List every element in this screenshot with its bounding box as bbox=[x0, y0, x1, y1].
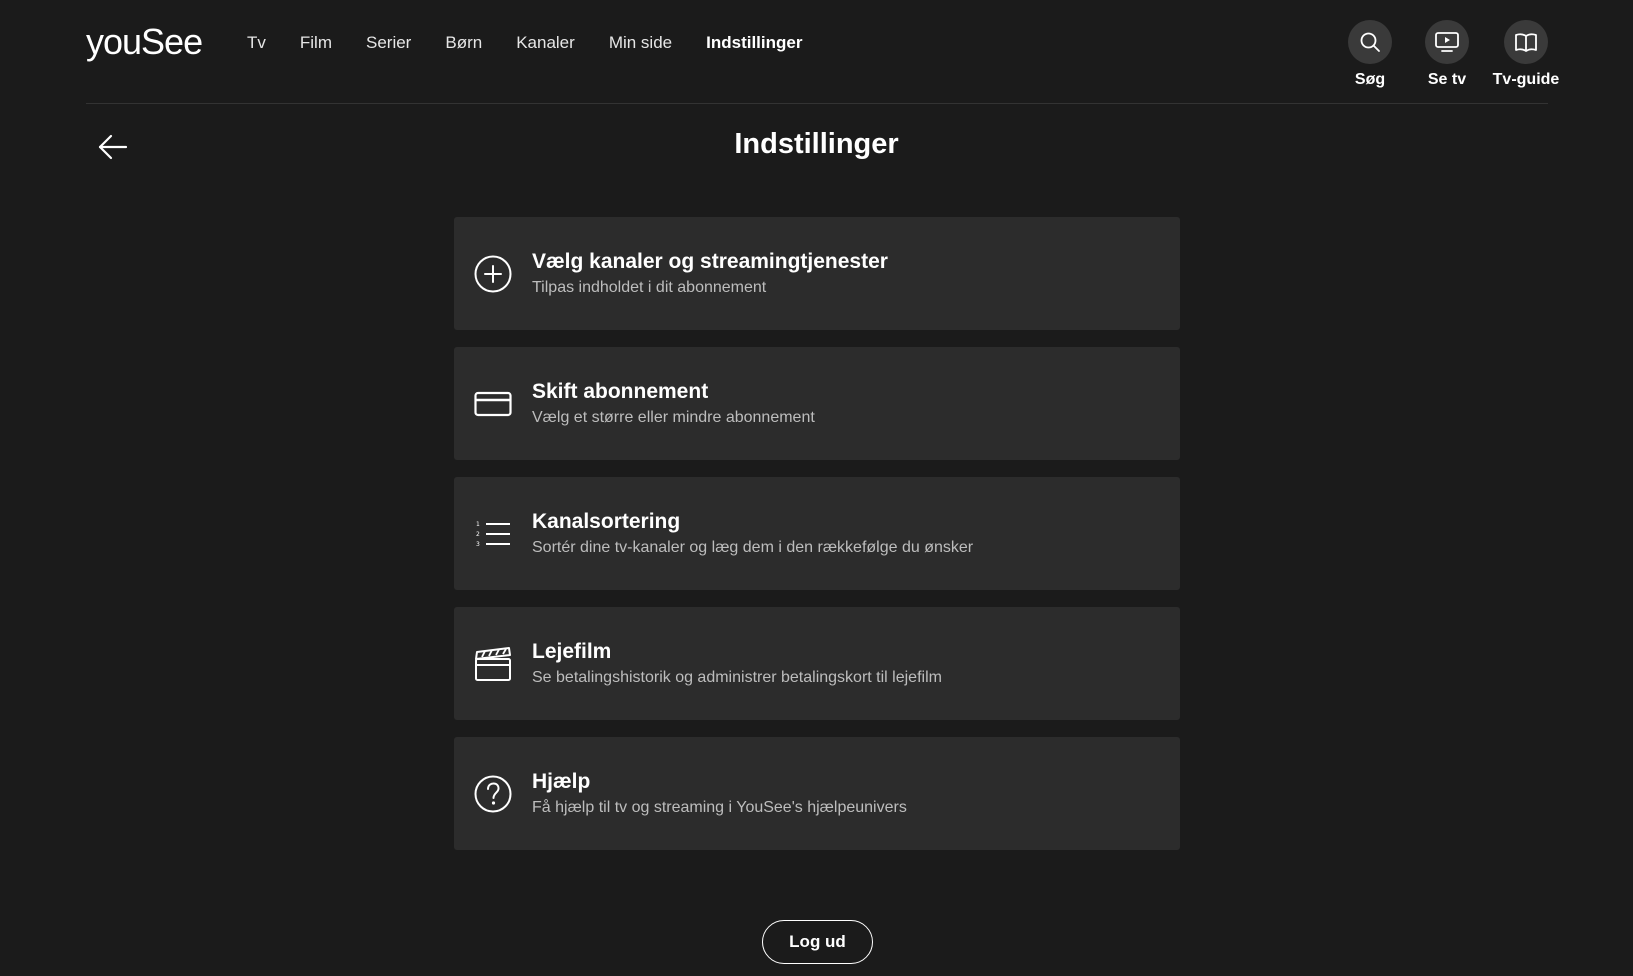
settings-card-channel-sorting[interactable]: 1 2 3 Kanalsortering Sortér dine tv-kanale… bbox=[454, 477, 1180, 590]
numbered-list-icon: 1 2 3 bbox=[454, 477, 532, 590]
tv-icon bbox=[1425, 20, 1469, 64]
settings-card-help[interactable]: Hjælp Få hjælp til tv og streaming i You… bbox=[454, 737, 1180, 850]
card-subtitle: Tilpas indholdet i dit abonnement bbox=[532, 279, 767, 296]
plus-circle-icon bbox=[454, 217, 532, 330]
svg-text:2: 2 bbox=[476, 531, 480, 538]
book-icon bbox=[1504, 20, 1548, 64]
nav-item-film[interactable]: Film bbox=[300, 33, 332, 53]
search-label: Søg bbox=[1354, 71, 1386, 88]
help-circle-icon bbox=[454, 737, 532, 850]
card-subtitle: Få hjælp til tv og streaming i YouSee's … bbox=[532, 799, 907, 816]
card-subtitle: Vælg et større eller mindre abonnement bbox=[532, 409, 815, 426]
watch-tv-button[interactable]: Se tv bbox=[1402, 20, 1492, 89]
settings-card-channels[interactable]: Vælg kanaler og streamingtjenester Tilpa… bbox=[454, 217, 1180, 330]
top-header: youSee Tv Film Serier Børn Kanaler Min s… bbox=[0, 0, 1633, 104]
watch-tv-label: Se tv bbox=[1427, 71, 1467, 88]
nav-item-kanaler[interactable]: Kanaler bbox=[516, 33, 575, 53]
nav-item-serier[interactable]: Serier bbox=[366, 33, 411, 53]
clapperboard-icon bbox=[454, 607, 532, 720]
card-title: Kanalsortering bbox=[532, 510, 681, 533]
svg-text:3: 3 bbox=[476, 541, 480, 548]
header-divider bbox=[86, 103, 1548, 104]
settings-card-rental-movies[interactable]: Lejefilm Se betalingshistorik og adminis… bbox=[454, 607, 1180, 720]
tv-guide-button[interactable]: Tv-guide bbox=[1481, 20, 1571, 89]
nav-item-indstillinger[interactable]: Indstillinger bbox=[706, 33, 802, 53]
nav-item-born[interactable]: Børn bbox=[445, 33, 482, 53]
card-title: Lejefilm bbox=[532, 640, 612, 663]
svg-text:1: 1 bbox=[476, 521, 480, 528]
settings-card-subscription[interactable]: Skift abonnement Vælg et større eller mi… bbox=[454, 347, 1180, 460]
card-title: Skift abonnement bbox=[532, 380, 709, 403]
main-nav: Tv Film Serier Børn Kanaler Min side Ind… bbox=[247, 28, 836, 58]
yousee-logo[interactable]: youSee bbox=[86, 18, 203, 66]
card-subtitle: Sortér dine tv-kanaler og læg dem i den … bbox=[532, 539, 974, 556]
tv-guide-label: Tv-guide bbox=[1492, 71, 1560, 88]
nav-item-tv[interactable]: Tv bbox=[247, 33, 266, 53]
settings-list: Vælg kanaler og streamingtjenester Tilpa… bbox=[454, 217, 1180, 867]
card-title: Vælg kanaler og streamingtjenester bbox=[532, 250, 888, 273]
card-subtitle: Se betalingshistorik og administrer beta… bbox=[532, 669, 942, 686]
credit-card-icon bbox=[454, 347, 532, 460]
card-title: Hjælp bbox=[532, 770, 591, 793]
logout-button[interactable]: Log ud bbox=[762, 920, 873, 964]
page-title: Indstillinger bbox=[734, 128, 899, 160]
nav-item-min-side[interactable]: Min side bbox=[609, 33, 672, 53]
search-icon bbox=[1348, 20, 1392, 64]
